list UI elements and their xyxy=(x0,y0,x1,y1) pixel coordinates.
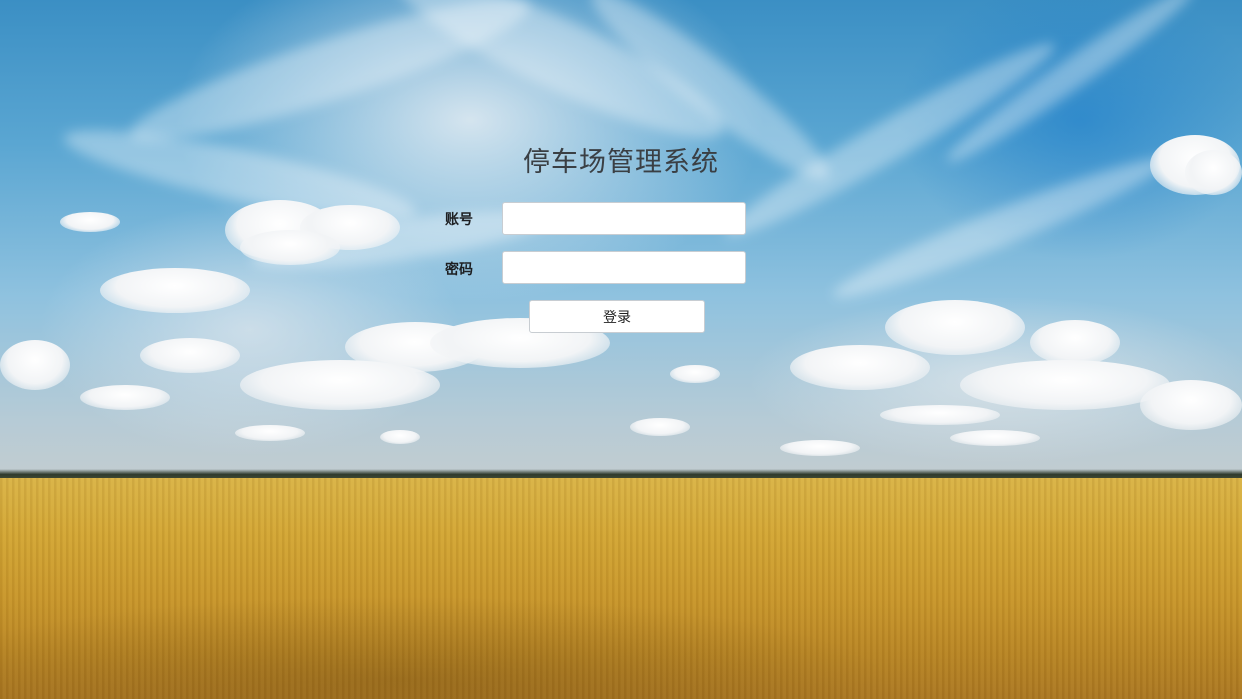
login-button[interactable]: 登录 xyxy=(529,300,705,333)
account-input[interactable] xyxy=(502,202,746,235)
account-label: 账号 xyxy=(445,212,473,228)
password-label: 密码 xyxy=(445,262,473,278)
page-title: 停车场管理系统 xyxy=(523,147,719,178)
login-panel: 停车场管理系统 账号 密码 登录 xyxy=(0,0,1242,699)
password-input[interactable] xyxy=(502,251,746,284)
